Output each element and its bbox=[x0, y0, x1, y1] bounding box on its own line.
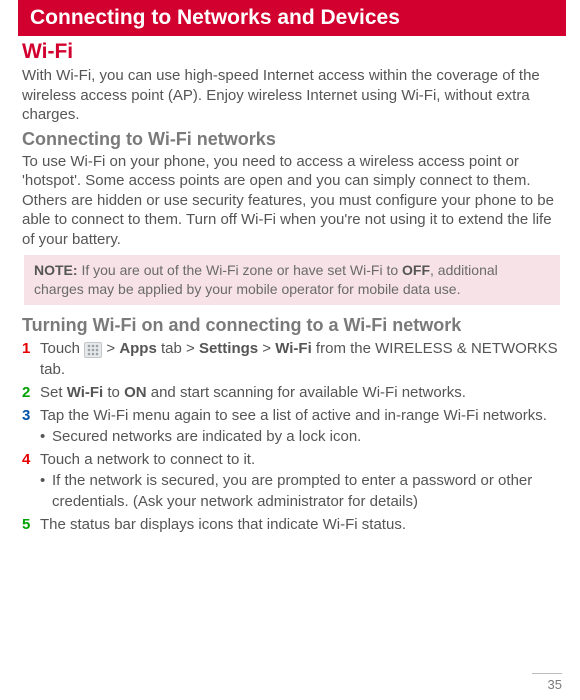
note-box: NOTE: If you are out of the Wi-Fi zone o… bbox=[24, 255, 560, 305]
steps-list: 1 Touch > Apps tab > Settings > Wi-Fi fr… bbox=[22, 338, 562, 535]
step-4-text: Touch a network to connect to it. bbox=[40, 451, 255, 468]
note-text-a: If you are out of the Wi-Fi zone or have… bbox=[78, 262, 402, 278]
step-1-gt2: > bbox=[258, 340, 275, 357]
step-1-pre: Touch bbox=[40, 340, 84, 357]
step-2-mid: to bbox=[103, 384, 124, 401]
step-number-1: 1 bbox=[22, 338, 30, 359]
step-1-mid1: tab > bbox=[157, 340, 199, 357]
step-1: 1 Touch > Apps tab > Settings > Wi-Fi fr… bbox=[22, 338, 562, 380]
subsection-connecting-body: To use Wi-Fi on your phone, you need to … bbox=[22, 152, 562, 250]
step-number-3: 3 bbox=[22, 405, 30, 426]
step-1-gt1: > bbox=[102, 340, 119, 357]
page-number: 35 bbox=[532, 673, 562, 692]
subsection-connecting-title: Connecting to Wi-Fi networks bbox=[22, 129, 562, 150]
subsection-turning-title: Turning Wi-Fi on and connecting to a Wi-… bbox=[22, 315, 562, 336]
apps-grid-icon bbox=[84, 342, 102, 358]
step-2-post: and start scanning for available Wi-Fi n… bbox=[147, 384, 466, 401]
step-number-4: 4 bbox=[22, 449, 30, 470]
step-2-b1: Wi-Fi bbox=[67, 384, 104, 401]
step-1-b1: Apps bbox=[119, 340, 157, 357]
step-2: 2 Set Wi-Fi to ON and start scanning for… bbox=[22, 382, 562, 403]
note-bold: OFF bbox=[402, 262, 430, 278]
step-2-pre: Set bbox=[40, 384, 67, 401]
chapter-header: Connecting to Networks and Devices bbox=[18, 0, 566, 36]
step-1-b2: Settings bbox=[199, 340, 258, 357]
step-4-bullet: If the network is secured, you are promp… bbox=[40, 470, 562, 512]
step-3-text: Tap the Wi-Fi menu again to see a list o… bbox=[40, 407, 547, 424]
note-label: NOTE: bbox=[34, 262, 78, 278]
section-intro: With Wi-Fi, you can use high-speed Inter… bbox=[22, 66, 562, 125]
step-5: 5 The status bar displays icons that ind… bbox=[22, 514, 562, 535]
step-5-text: The status bar displays icons that indic… bbox=[40, 516, 406, 533]
section-title-wifi: Wi-Fi bbox=[22, 40, 562, 64]
step-1-b3: Wi-Fi bbox=[275, 340, 312, 357]
step-3-bullet: Secured networks are indicated by a lock… bbox=[40, 426, 562, 447]
step-2-b2: ON bbox=[124, 384, 147, 401]
step-4: 4 Touch a network to connect to it. If t… bbox=[22, 449, 562, 512]
step-number-2: 2 bbox=[22, 382, 30, 403]
step-number-5: 5 bbox=[22, 514, 30, 535]
step-3: 3 Tap the Wi-Fi menu again to see a list… bbox=[22, 405, 562, 447]
